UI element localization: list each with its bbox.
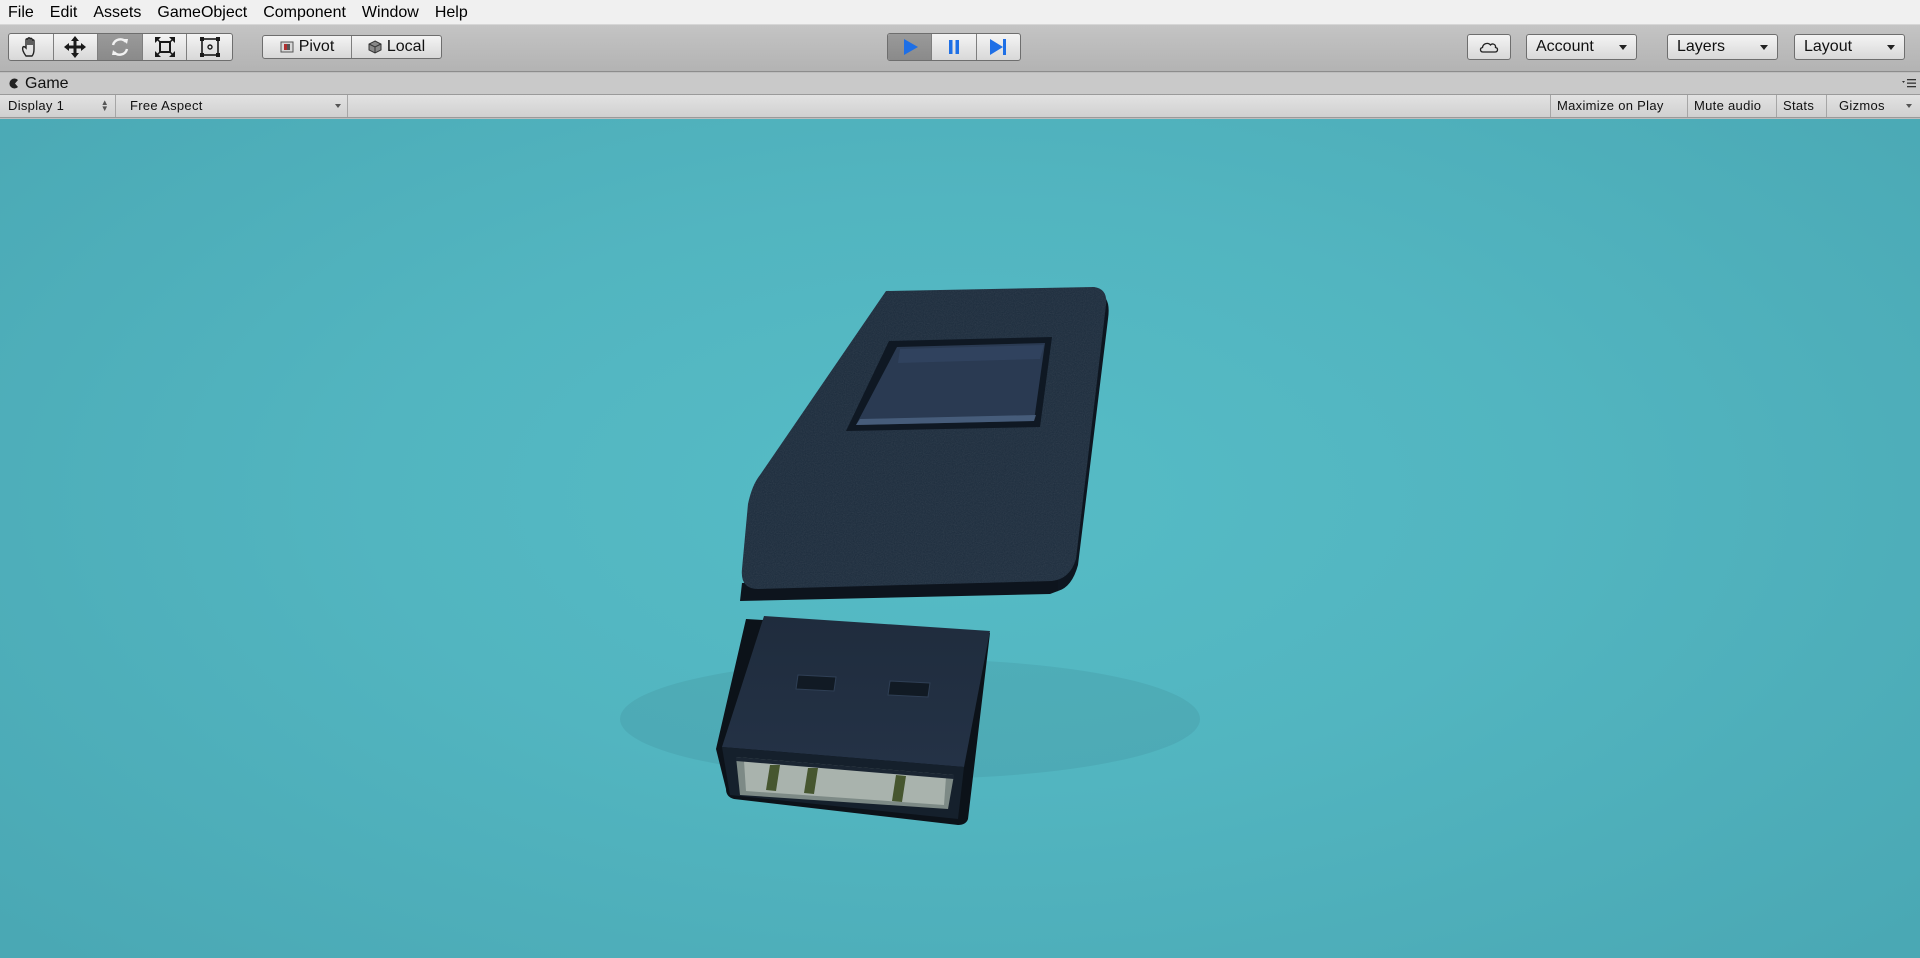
pivot-icon [280,41,294,53]
game-window-tab-bar: Game [0,73,1920,95]
menu-item-edit[interactable]: Edit [42,0,86,25]
gizmos-label: Gizmos [1839,98,1885,113]
pivot-local-toggle: Pivot Local [262,35,442,59]
mute-audio-label: Mute audio [1694,98,1762,113]
aspect-select[interactable]: Free Aspect [122,95,348,117]
usb-flash-drive-model [620,287,1200,825]
game-viewport[interactable] [0,119,1920,958]
rotate-tool-button[interactable] [98,34,143,60]
play-button[interactable] [888,34,933,60]
window-menu-icon[interactable] [1902,78,1916,88]
maximize-on-play-label: Maximize on Play [1557,98,1664,113]
rect-transform-icon [199,37,220,57]
gizmos-dropdown[interactable]: Gizmos [1826,95,1920,117]
menu-item-help[interactable]: Help [427,0,476,25]
hand-tool-button[interactable] [9,34,54,60]
local-cube-icon [368,40,382,54]
rotate-icon [111,38,129,56]
chevron-down-icon [335,104,341,108]
rect-tool-button[interactable] [187,34,232,60]
display-label: Display 1 [8,98,65,113]
layers-dropdown[interactable]: Layers [1667,34,1778,60]
transform-tools [8,33,233,61]
step-button[interactable] [977,34,1020,60]
local-label: Local [386,38,426,55]
account-label: Account [1536,38,1594,55]
display-select[interactable]: Display 1 ▲ ▼ [0,95,116,117]
stats-toggle[interactable]: Stats [1776,95,1826,117]
layers-label: Layers [1677,38,1726,55]
mute-audio-toggle[interactable]: Mute audio [1687,95,1776,117]
collab-cloud-button[interactable] [1467,34,1511,60]
chevron-down-icon [1887,44,1895,50]
cloud-icon [1479,42,1499,53]
menu-item-window[interactable]: Window [354,0,427,25]
game-view-toolbar: Display 1 ▲ ▼ Free Aspect Maximize on Pla… [0,95,1920,118]
chevron-down-icon [1619,44,1627,50]
move-arrows-icon [64,36,87,58]
updown-arrows-icon: ▲ ▼ [100,98,109,113]
playback-controls [887,33,1021,61]
pause-icon [948,40,959,54]
layout-dropdown[interactable]: Layout [1794,34,1905,60]
scale-icon [154,37,175,57]
stats-label: Stats [1783,98,1815,113]
menu-item-file[interactable]: File [0,0,42,25]
aspect-label: Free Aspect [130,98,203,113]
local-button[interactable]: Local [352,36,441,58]
move-tool-button[interactable] [54,34,99,60]
menu-bar: File Edit Assets GameObject Component Window H… [0,0,1920,25]
main-toolbar: Pivot Local Account Layers Layout [0,25,1920,72]
pivot-button[interactable]: Pivot [263,36,352,58]
pivot-label: Pivot [298,38,335,55]
chevron-down-icon [1906,104,1912,108]
chevron-down-icon [1760,44,1768,50]
pause-button[interactable] [932,34,977,60]
step-icon [990,39,1007,55]
layout-label: Layout [1804,38,1853,55]
play-icon [903,39,918,55]
account-dropdown[interactable]: Account [1526,34,1637,60]
menu-item-assets[interactable]: Assets [85,0,149,25]
menu-item-component[interactable]: Component [255,0,354,25]
scale-tool-button[interactable] [143,34,188,60]
maximize-on-play-toggle[interactable]: Maximize on Play [1550,95,1687,117]
game-tab-title[interactable]: Game [25,75,69,93]
menu-item-gameobject[interactable]: GameObject [149,0,255,25]
hand-icon [21,37,35,57]
game-view-icon [9,78,18,89]
